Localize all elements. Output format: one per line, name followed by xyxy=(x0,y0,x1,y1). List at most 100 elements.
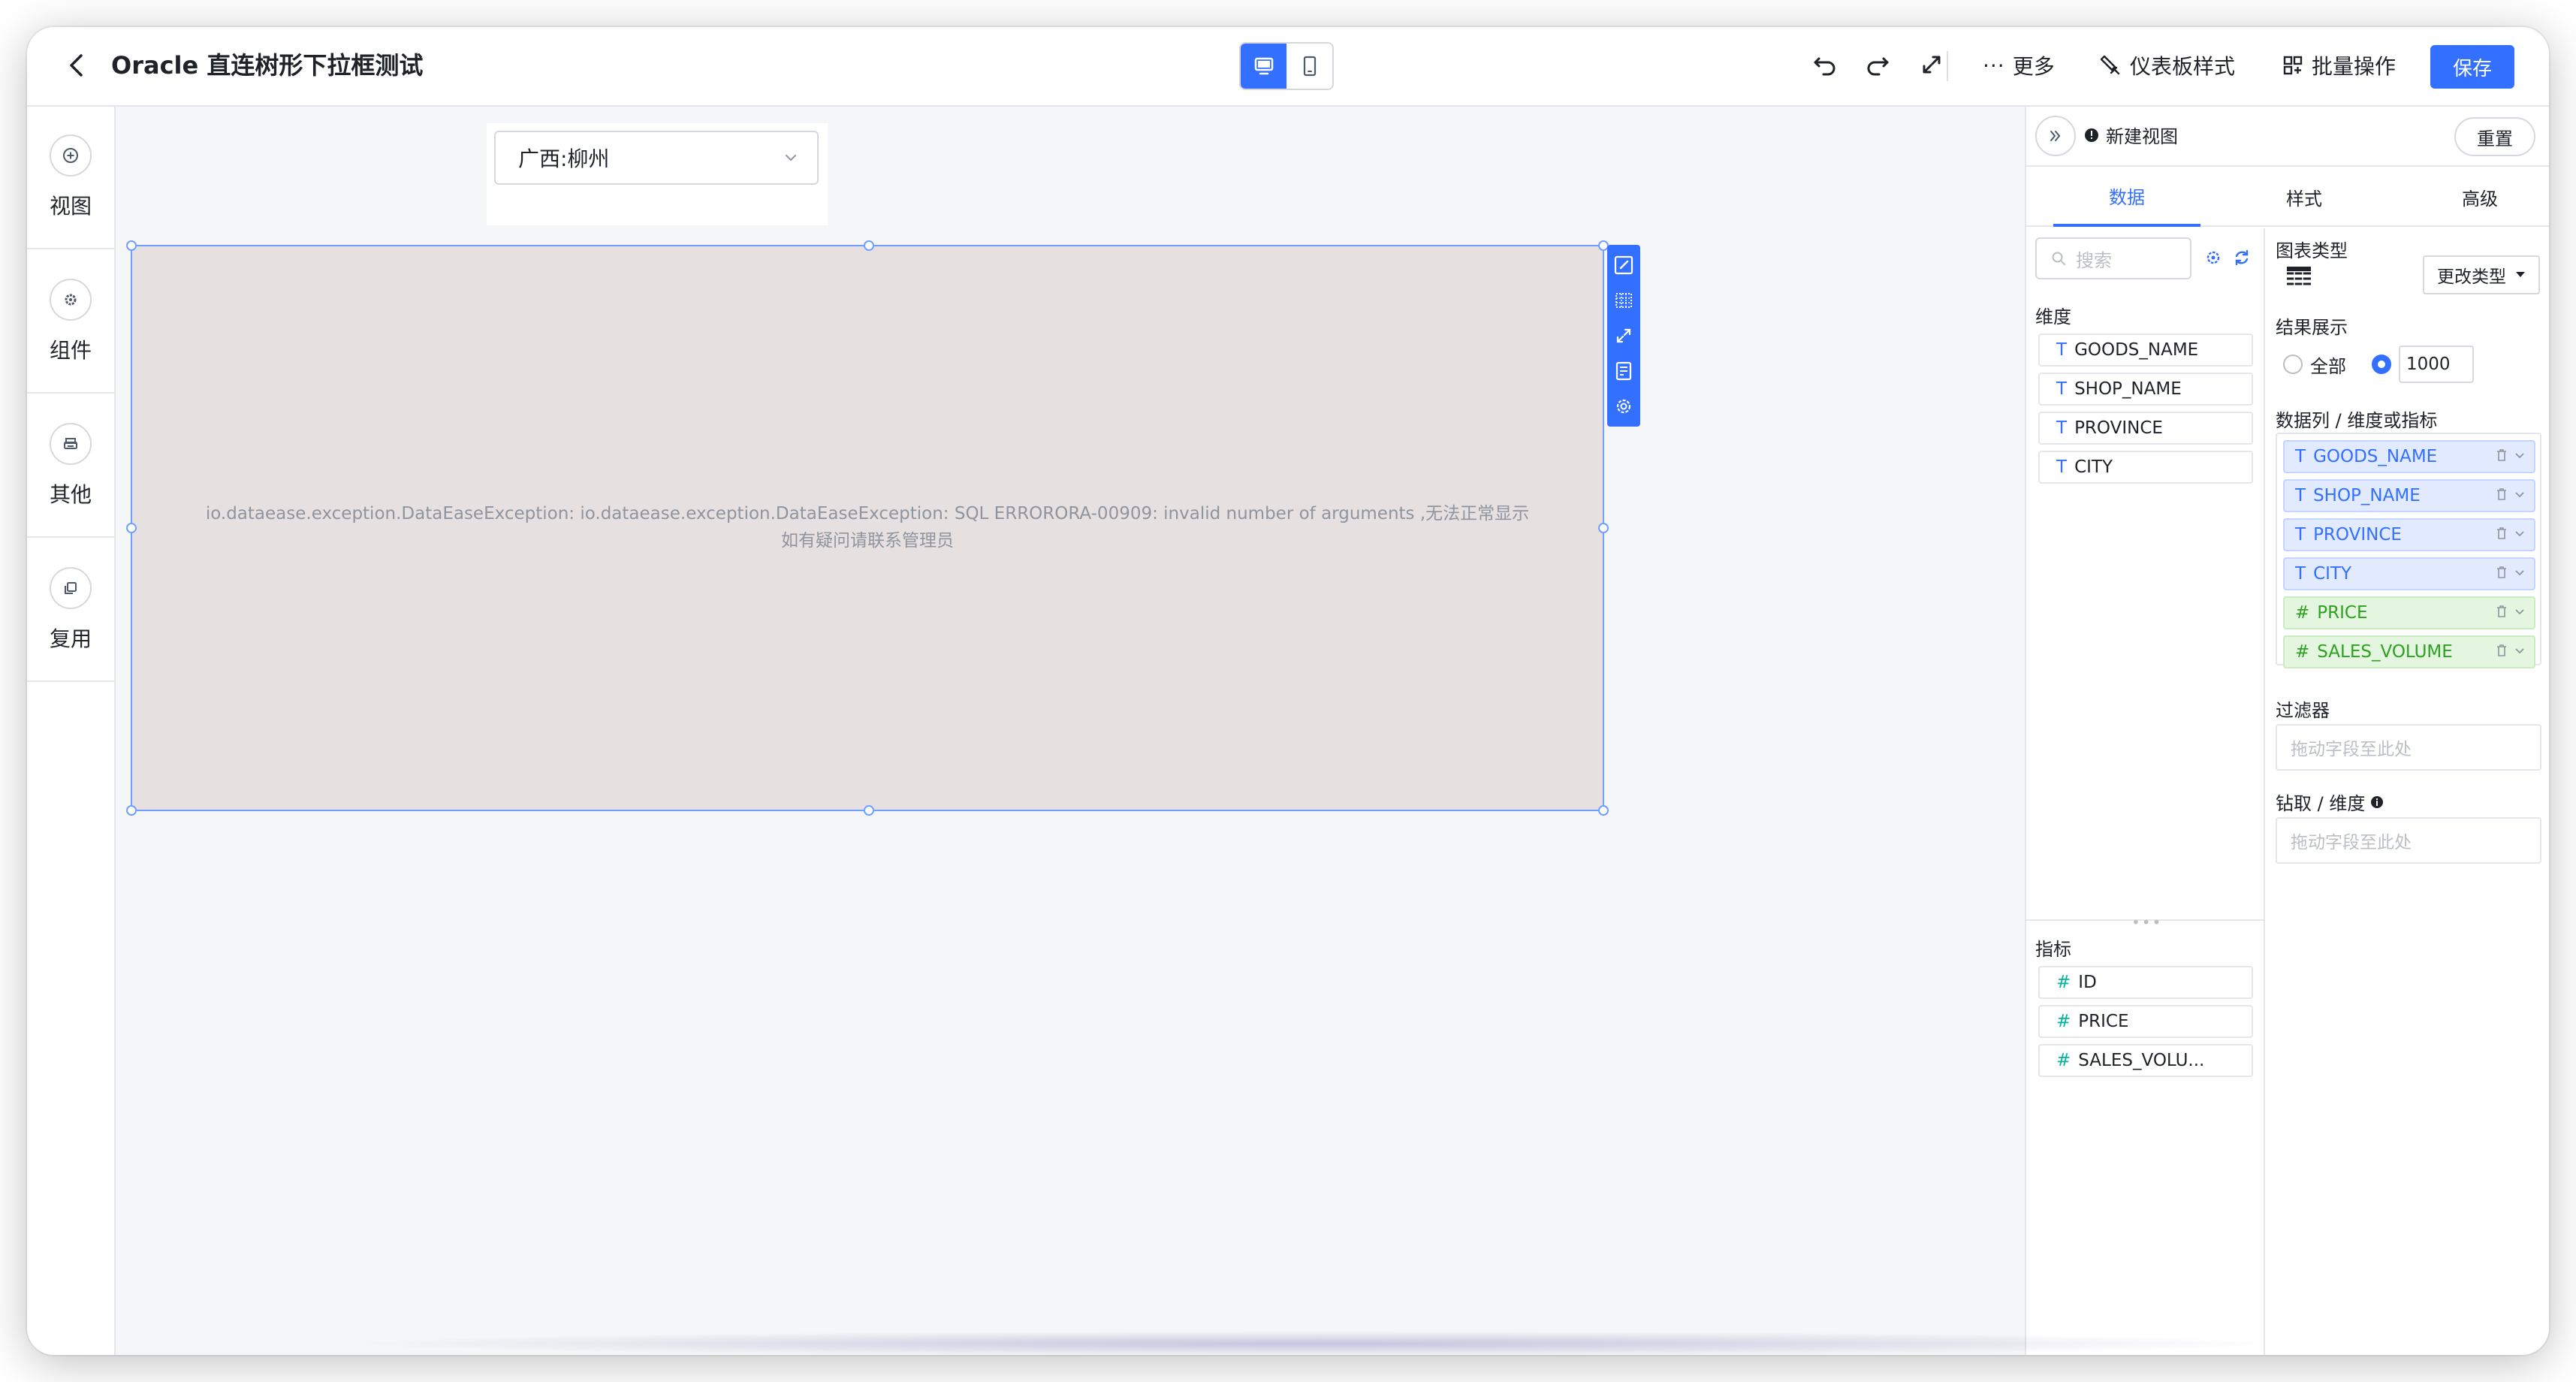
number-type-icon: # xyxy=(2056,973,2071,992)
chevron-down-icon[interactable] xyxy=(2513,527,2526,540)
batch-label: 批量操作 xyxy=(2312,54,2397,79)
trash-icon[interactable] xyxy=(2495,565,2508,580)
resize-handle-s[interactable] xyxy=(864,805,874,816)
resize-handle-e[interactable] xyxy=(1598,523,1609,533)
trash-icon[interactable] xyxy=(2495,448,2508,463)
column-item[interactable]: # PRICE xyxy=(2283,596,2535,629)
more-button[interactable]: ··· 更多 xyxy=(1983,47,2055,84)
tree-select-filter: 广西:柳州 xyxy=(487,123,828,225)
trash-icon[interactable] xyxy=(2495,643,2508,658)
dashboard-style-label: 仪表板样式 xyxy=(2130,54,2236,79)
result-display-options: 全部 1000 xyxy=(2283,346,2474,383)
trash-icon[interactable] xyxy=(2495,604,2508,619)
field-settings-icon[interactable] xyxy=(2202,246,2225,269)
change-chart-type-dropdown[interactable]: 更改类型 xyxy=(2423,255,2540,294)
column-item[interactable]: T CITY xyxy=(2283,557,2535,590)
column-item[interactable]: # SALES_VOLUME xyxy=(2283,635,2535,668)
measure-section-label: 指标 xyxy=(2035,939,2071,960)
resize-handle-nw[interactable] xyxy=(126,240,137,251)
view-name-text: 新建视图 xyxy=(2106,126,2178,147)
measure-field[interactable]: # SALES_VOLU... xyxy=(2038,1044,2253,1077)
redo-icon[interactable] xyxy=(1863,50,1893,80)
radio-all[interactable] xyxy=(2283,355,2303,374)
rail-item-reuse[interactable]: 复用 xyxy=(27,539,114,682)
trash-icon[interactable] xyxy=(2495,487,2508,502)
dimension-field[interactable]: T PROVINCE xyxy=(2038,412,2253,445)
rail-item-view[interactable]: 视图 xyxy=(27,107,114,249)
radio-limit[interactable] xyxy=(2372,355,2391,374)
filter-drop-zone[interactable]: 拖动字段至此处 xyxy=(2276,724,2541,771)
view-config: 图表类型 更改类型 结果展示 全部 1000 数据列 / 维度或指标 T GOOD… xyxy=(2267,228,2549,1355)
rail-item-other[interactable]: 其他 xyxy=(27,395,114,538)
number-type-icon: # xyxy=(2056,1012,2071,1031)
desktop-mode-button[interactable] xyxy=(1241,44,1286,89)
table-chart-icon xyxy=(2287,267,2311,287)
dimension-field[interactable]: T GOODS_NAME xyxy=(2038,333,2253,367)
printer-icon xyxy=(50,423,92,465)
view-toolbar xyxy=(1607,245,1640,427)
dimension-section-label: 维度 xyxy=(2035,306,2071,327)
drill-drop-zone[interactable]: 拖动字段至此处 xyxy=(2276,817,2541,864)
back-arrow-icon[interactable] xyxy=(60,48,95,83)
chevron-down-icon[interactable] xyxy=(2513,566,2526,579)
resize-handle-sw[interactable] xyxy=(126,805,137,816)
expand-icon[interactable] xyxy=(1612,324,1635,347)
settings-icon[interactable] xyxy=(1612,395,1635,418)
reset-button[interactable]: 重置 xyxy=(2454,117,2535,156)
chart-view[interactable]: io.dataease.exception.DataEaseException:… xyxy=(126,240,1609,816)
rail-label-other: 其他 xyxy=(49,482,92,507)
edit-icon[interactable] xyxy=(1612,254,1635,276)
text-type-icon: T xyxy=(2295,447,2306,466)
tree-select-input[interactable]: 广西:柳州 xyxy=(494,131,819,185)
data-columns-list: T GOODS_NAME T SHOP_NAME T PROVINCE T CITY #… xyxy=(2276,433,2541,668)
number-type-icon: # xyxy=(2295,603,2310,623)
detail-icon[interactable] xyxy=(1612,360,1635,382)
table-icon[interactable] xyxy=(1612,289,1635,312)
number-type-icon: # xyxy=(2056,1051,2071,1070)
tab-style[interactable]: 样式 xyxy=(2231,167,2378,227)
dashboard-style-button[interactable]: 仪表板样式 xyxy=(2098,47,2235,84)
column-item[interactable]: T PROVINCE xyxy=(2283,518,2535,551)
column-item[interactable]: T GOODS_NAME xyxy=(2283,440,2535,473)
splitter-handle-icon[interactable]: ••• xyxy=(2131,913,2162,931)
result-limit-input[interactable]: 1000 xyxy=(2399,346,2474,383)
chevron-down-icon[interactable] xyxy=(2513,448,2526,462)
measure-field[interactable]: # PRICE xyxy=(2038,1005,2253,1038)
chevron-down-icon xyxy=(786,155,796,161)
filter-label: 过滤器 xyxy=(2276,700,2330,721)
text-type-icon: T xyxy=(2056,379,2068,399)
trash-icon[interactable] xyxy=(2495,526,2508,541)
measure-field[interactable]: # ID xyxy=(2038,966,2253,999)
tab-advanced[interactable]: 高级 xyxy=(2406,167,2549,227)
fullscreen-icon[interactable] xyxy=(1917,50,1947,80)
dimension-field[interactable]: T CITY xyxy=(2038,451,2253,484)
resize-handle-w[interactable] xyxy=(126,523,137,533)
error-line-1: io.dataease.exception.DataEaseException:… xyxy=(205,504,1530,524)
save-button[interactable]: 保存 xyxy=(2430,45,2514,89)
mobile-mode-button[interactable] xyxy=(1286,44,1332,89)
mobile-icon xyxy=(1303,56,1316,77)
change-type-label: 更改类型 xyxy=(2437,267,2506,287)
dimension-field[interactable]: T SHOP_NAME xyxy=(2038,373,2253,406)
column-name: PRICE xyxy=(2317,603,2368,623)
column-item[interactable]: T SHOP_NAME xyxy=(2283,479,2535,512)
resize-handle-n[interactable] xyxy=(864,240,874,251)
batch-operation-button[interactable]: 批量操作 xyxy=(2282,47,2396,84)
drill-label-text: 钻取 / 维度 xyxy=(2276,793,2366,814)
dock-shadow xyxy=(342,1331,2295,1355)
chart-type-label: 图表类型 xyxy=(2276,240,2348,261)
resize-handle-se[interactable] xyxy=(1598,805,1609,816)
tab-data[interactable]: 数据 xyxy=(2053,167,2200,227)
dimension-field-name: PROVINCE xyxy=(2074,418,2163,438)
text-type-icon: T xyxy=(2056,457,2068,477)
rail-item-component[interactable]: 组件 xyxy=(27,251,114,394)
panel-tabs: 数据 样式 高级 xyxy=(2026,167,2549,227)
column-name: SHOP_NAME xyxy=(2313,486,2421,505)
chevron-down-icon[interactable] xyxy=(2513,644,2526,657)
refresh-icon[interactable] xyxy=(2231,246,2253,269)
chevron-down-icon[interactable] xyxy=(2513,487,2526,501)
chevron-down-icon[interactable] xyxy=(2513,605,2526,618)
field-search-input[interactable]: 搜索 xyxy=(2035,237,2191,279)
collapse-panel-button[interactable] xyxy=(2035,116,2076,156)
undo-icon[interactable] xyxy=(1810,50,1840,80)
